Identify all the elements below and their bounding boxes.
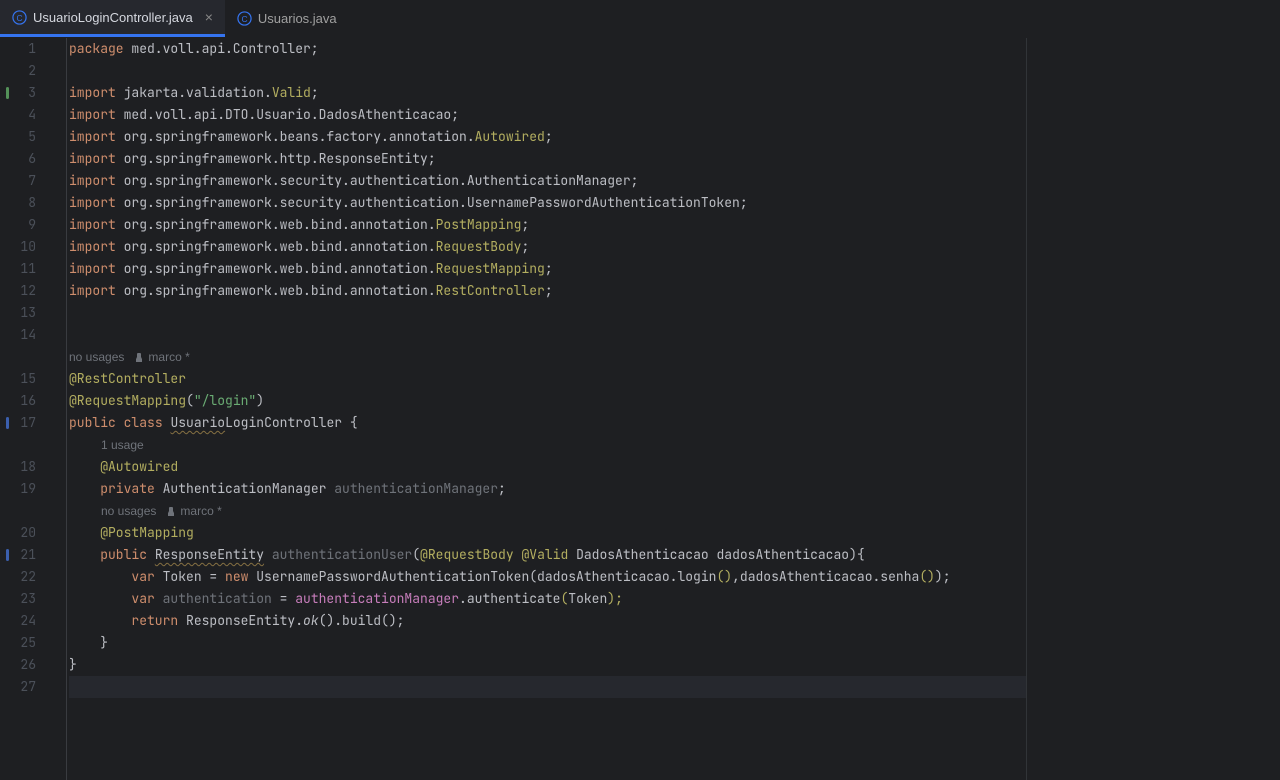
line-number: 20 <box>0 522 58 544</box>
code-line: @RestController <box>69 368 1026 390</box>
line-number: 5 <box>0 126 58 148</box>
svg-text:C: C <box>241 14 247 24</box>
inlay-hint[interactable]: no usages marco * <box>69 500 1026 522</box>
line-number: 15 <box>0 368 58 390</box>
editor-area: 1 2 3 4 5 6 7 8 9 10 11 12 13 14 15 16 1… <box>0 38 1280 780</box>
java-class-icon: C <box>237 11 252 26</box>
code-line: import org.springframework.web.bind.anno… <box>69 214 1026 236</box>
tab-usuarios[interactable]: C Usuarios.java <box>225 0 349 37</box>
line-number <box>0 346 58 368</box>
line-number: 7 <box>0 170 58 192</box>
code-line: var authentication = authenticationManag… <box>69 588 1026 610</box>
code-line: @PostMapping <box>69 522 1026 544</box>
code-line <box>69 60 1026 82</box>
code-line: public class UsuarioLoginController { <box>69 412 1026 434</box>
line-number: 23 <box>0 588 58 610</box>
line-number: 27 <box>0 676 58 698</box>
code-line: package med.voll.api.Controller; <box>69 38 1026 60</box>
tab-label: Usuarios.java <box>258 11 337 26</box>
line-number: 26 <box>0 654 58 676</box>
line-number: 16 <box>0 390 58 412</box>
tab-usuario-login-controller[interactable]: C UsuarioLoginController.java × <box>0 0 225 37</box>
code-line: return ResponseEntity.ok().build(); <box>69 610 1026 632</box>
line-number <box>0 500 58 522</box>
code-line: import org.springframework.security.auth… <box>69 170 1026 192</box>
code-line: @Autowired <box>69 456 1026 478</box>
code-line: import org.springframework.web.bind.anno… <box>69 236 1026 258</box>
code-line: public ResponseEntity authenticationUser… <box>69 544 1026 566</box>
editor-tabs: C UsuarioLoginController.java × C Usuari… <box>0 0 1280 38</box>
code-line: import org.springframework.security.auth… <box>69 192 1026 214</box>
code-line: import org.springframework.http.Response… <box>69 148 1026 170</box>
java-class-icon: C <box>12 10 27 25</box>
line-number: 9 <box>0 214 58 236</box>
code-line-cursor <box>69 676 1026 698</box>
code-line: import jakarta.validation.Valid; <box>69 82 1026 104</box>
line-number: 13 <box>0 302 58 324</box>
code-line: import org.springframework.web.bind.anno… <box>69 258 1026 280</box>
svg-text:C: C <box>16 12 22 22</box>
line-number: 3 <box>0 82 58 104</box>
code-line <box>69 302 1026 324</box>
code-line: private AuthenticationManager authentica… <box>69 478 1026 500</box>
line-number: 21 <box>0 544 58 566</box>
code-line: } <box>69 632 1026 654</box>
line-number: 14 <box>0 324 58 346</box>
code-line: import org.springframework.web.bind.anno… <box>69 280 1026 302</box>
line-number: 8 <box>0 192 58 214</box>
line-number: 11 <box>0 258 58 280</box>
line-number: 10 <box>0 236 58 258</box>
code-line <box>69 324 1026 346</box>
line-number: 19 <box>0 478 58 500</box>
line-number: 22 <box>0 566 58 588</box>
inlay-hint[interactable]: 1 usage <box>69 434 1026 456</box>
line-number-gutter[interactable]: 1 2 3 4 5 6 7 8 9 10 11 12 13 14 15 16 1… <box>0 38 58 780</box>
code-content[interactable]: package med.voll.api.Controller; import … <box>67 38 1027 780</box>
line-number: 12 <box>0 280 58 302</box>
line-number: 25 <box>0 632 58 654</box>
code-column: package med.voll.api.Controller; import … <box>58 38 1280 780</box>
line-number <box>0 434 58 456</box>
tab-label: UsuarioLoginController.java <box>33 10 193 25</box>
code-line: var Token = new UsernamePasswordAuthenti… <box>69 566 1026 588</box>
line-number: 18 <box>0 456 58 478</box>
code-line: @RequestMapping("/login") <box>69 390 1026 412</box>
inlay-hint[interactable]: no usages marco * <box>69 346 1026 368</box>
code-line: } <box>69 654 1026 676</box>
line-number: 17 <box>0 412 58 434</box>
code-line: import org.springframework.beans.factory… <box>69 126 1026 148</box>
line-number: 1 <box>0 38 58 60</box>
line-number: 4 <box>0 104 58 126</box>
line-number: 2 <box>0 60 58 82</box>
line-number: 24 <box>0 610 58 632</box>
line-number: 6 <box>0 148 58 170</box>
code-line: import med.voll.api.DTO.Usuario.DadosAth… <box>69 104 1026 126</box>
close-icon[interactable]: × <box>205 9 213 25</box>
